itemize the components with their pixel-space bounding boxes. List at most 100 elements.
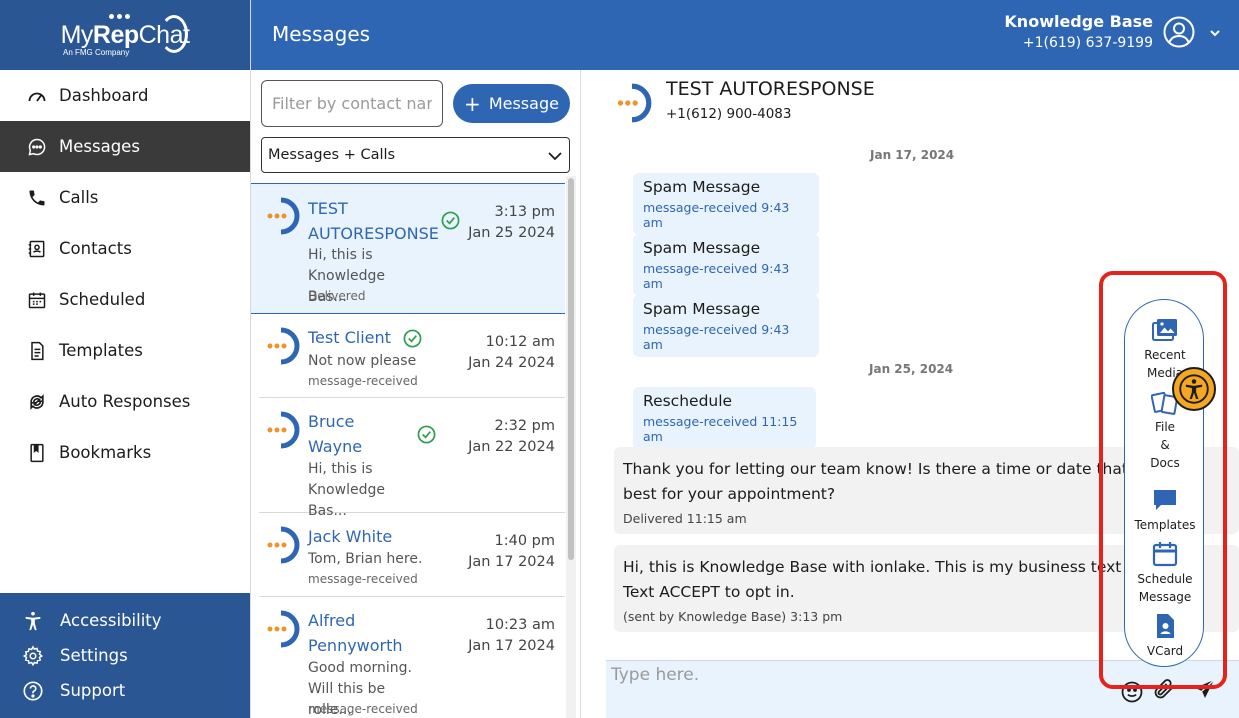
message-text: Reschedule: [643, 392, 733, 410]
contact-name: Test Client: [308, 328, 391, 347]
new-message-button[interactable]: + Message: [453, 84, 570, 123]
gear-icon: [22, 644, 44, 666]
sidebar-item-messages[interactable]: Messages: [0, 121, 250, 172]
refresh-icon: [26, 391, 48, 413]
date-separator: Jan 17, 2024: [870, 148, 955, 162]
sidebar-item-dashboard[interactable]: Dashboard: [0, 70, 250, 121]
conversation-item[interactable]: Alfred Pennyworth 10:23 am Jan 17 2024 Goo…: [259, 597, 565, 718]
conversation-item[interactable]: TEST AUTORESPONSE 3:13 pm Jan 25 2024 Hi, …: [251, 183, 565, 314]
vcard-button[interactable]: VCard: [1125, 612, 1205, 660]
sidebar-item-label: Dashboard: [59, 86, 149, 105]
conversation-item[interactable]: Test Client 10:12 am Jan 24 2024 Not now …: [259, 314, 565, 398]
templates-button[interactable]: Templates: [1125, 486, 1205, 534]
chat-contact-phone: +1(612) 900-4083: [666, 106, 792, 122]
conversation-timestamp: 1:40 pm Jan 17 2024: [468, 533, 555, 570]
scrollbar-thumb[interactable]: [568, 178, 574, 560]
sidebar-item-label: Support: [60, 681, 126, 700]
conversation-timestamp: 10:23 am Jan 17 2024: [468, 617, 555, 654]
attachment-panel: Recent Media File & Docs Templates Schedule…: [1124, 299, 1204, 667]
message-text: Spam Message: [643, 300, 761, 318]
message-preview: Tom, Brian here.: [308, 551, 423, 567]
date-separator: Jan 25, 2024: [869, 362, 954, 376]
conversation-timestamp: 2:32 pm Jan 22 2024: [468, 418, 555, 455]
chat-contact-name: TEST AUTORESPONSE: [666, 78, 875, 100]
sidebar-item-label: Calls: [59, 188, 99, 207]
sidebar-item-templates[interactable]: Templates: [0, 325, 250, 376]
new-message-label: Message: [488, 94, 559, 113]
user-avatar-icon[interactable]: [1163, 16, 1195, 48]
photo-gallery-icon: [1152, 319, 1177, 341]
chat-bubble-icon: [26, 136, 48, 158]
incoming-message: Reschedule message-received 11:15 am: [633, 387, 816, 449]
sidebar-item-contacts[interactable]: Contacts: [0, 223, 250, 274]
accessibility-widget-button[interactable]: [1172, 367, 1216, 411]
message-text: Spam Message: [643, 178, 761, 196]
app-logo[interactable]: MyRepChat An FMG Company: [0, 0, 250, 70]
logo-subtitle: An FMG Company: [63, 48, 130, 57]
contact-name: Alfred Pennyworth: [308, 611, 403, 655]
sidebar-item-settings[interactable]: Settings: [0, 638, 250, 673]
contact-filter-input[interactable]: [261, 80, 443, 127]
delivery-status: message-received: [308, 572, 418, 586]
conversation-item[interactable]: Jack White 1:40 pm Jan 17 2024 Tom, Brian…: [259, 513, 565, 597]
sidebar-item-bookmarks[interactable]: Bookmarks: [0, 427, 250, 478]
sidebar-item-label: Templates: [59, 341, 143, 360]
check-circle-icon: [403, 329, 422, 348]
delivery-status: message-received: [308, 374, 418, 388]
schedule-message-button[interactable]: Schedule Message: [1125, 540, 1205, 606]
help-icon: [23, 680, 43, 701]
sidebar-item-label: Accessibility: [60, 611, 162, 630]
calendar-icon: [26, 289, 48, 311]
message-type-value: Messages + Calls: [268, 147, 396, 163]
calendar-icon: [1152, 542, 1178, 567]
sidebar-item-auto-responses[interactable]: Auto Responses: [0, 376, 250, 427]
bookmark-icon: [26, 442, 48, 464]
sidebar-item-label: Messages: [59, 137, 140, 156]
account-phone: +1(619) 637-9199: [1022, 35, 1153, 51]
sidebar-nav: Dashboard Messages Calls Contacts Schedu…: [0, 70, 250, 478]
conversation-list-panel: + Message Messages + Calls TESTAUTORESPO…: [251, 70, 581, 718]
sidebar-item-label: Bookmarks: [59, 443, 152, 462]
sidebar-item-support[interactable]: Support: [0, 673, 250, 708]
sidebar-item-accessibility[interactable]: Accessibility: [0, 603, 250, 638]
sidebar-item-label: Settings: [60, 646, 128, 665]
message-type-select[interactable]: Messages + Calls: [261, 137, 570, 173]
chevron-down-icon: [548, 152, 562, 161]
conversation-timestamp: 10:12 am Jan 24 2024: [468, 334, 555, 371]
chevron-down-icon[interactable]: [1208, 26, 1222, 40]
document-icon: [26, 340, 48, 362]
contact-avatar-icon: [267, 526, 300, 564]
logo-dots: [109, 14, 130, 19]
message-meta: message-received 9:43 am: [643, 261, 790, 291]
sidebar-footer: Accessibility Settings Support: [0, 593, 250, 718]
sidebar-item-label: Contacts: [59, 239, 132, 258]
check-circle-icon: [441, 211, 460, 230]
contact-avatar-icon: [267, 327, 300, 365]
conversation-item[interactable]: Bruce Wayne 2:32 pm Jan 22 2024 Hi, this i…: [259, 398, 565, 519]
contact-name: Jack White: [308, 527, 393, 546]
sidebar: MyRepChat An FMG Company Dashboard Messa…: [0, 0, 251, 718]
gauge-icon: [26, 85, 48, 107]
delivery-status: message-received: [308, 702, 418, 716]
conversation-list-scrollbar[interactable]: [566, 176, 576, 718]
top-header: Messages Knowledge Base +1(619) 637-9199: [251, 0, 1239, 70]
incoming-message: Spam Message message-received 9:43 am: [633, 234, 819, 296]
account-name: Knowledge Base: [1004, 12, 1153, 31]
phone-icon: [26, 187, 48, 209]
sidebar-item-label: Scheduled: [59, 290, 146, 309]
contact-file-icon: [1157, 614, 1174, 638]
sidebar-item-calls[interactable]: Calls: [0, 172, 250, 223]
logo-arc: [160, 15, 188, 53]
message-meta: message-received 9:43 am: [643, 200, 790, 230]
plus-icon: +: [464, 91, 481, 116]
message-preview: Not now please: [308, 353, 417, 369]
conversation-list: TEST AUTORESPONSE 3:13 pm Jan 25 2024 Hi, …: [251, 183, 565, 718]
message-meta: message-received 11:15 am: [643, 414, 798, 444]
sidebar-item-scheduled[interactable]: Scheduled: [0, 274, 250, 325]
check-circle-icon: [417, 425, 436, 444]
contact-name: TEST AUTORESPONSE: [308, 199, 439, 243]
account-info[interactable]: Knowledge Base +1(619) 637-9199: [1004, 12, 1153, 51]
conversation-timestamp: 3:13 pm Jan 25 2024: [468, 204, 555, 241]
contact-avatar-icon: [267, 610, 300, 648]
incoming-message: Spam Message message-received 9:43 am: [633, 173, 819, 235]
